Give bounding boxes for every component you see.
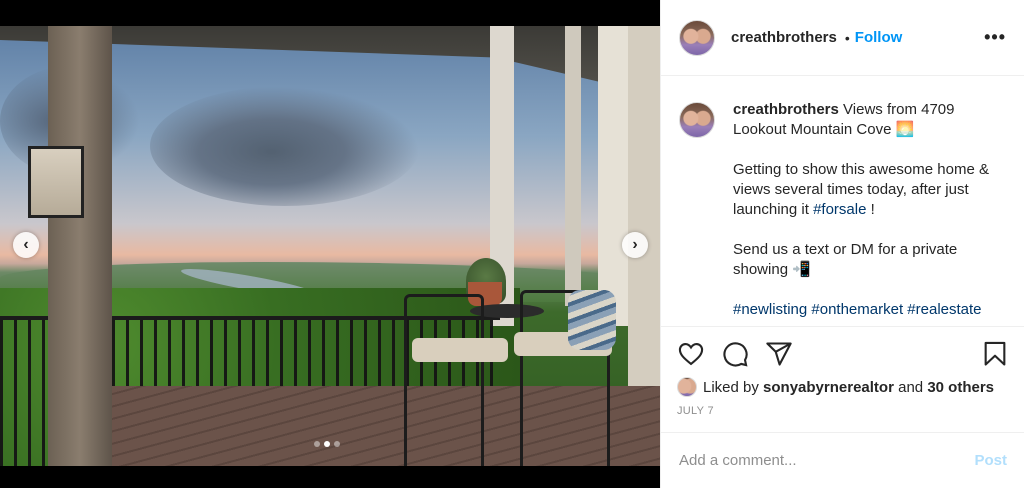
bookmark-icon[interactable] — [981, 340, 1009, 368]
post-side-panel: creathbrothers • Follow ••• creathbrothe… — [660, 0, 1024, 488]
striped-cushion — [568, 290, 616, 350]
header-username[interactable]: creathbrothers — [731, 29, 837, 46]
caption-body: creathbrothers Views from 4709 Lookout M… — [733, 100, 1003, 326]
carousel-dot — [314, 441, 320, 447]
hashtag-link[interactable]: #newlisting — [733, 301, 807, 318]
follow-button[interactable]: Follow — [855, 29, 903, 46]
carousel-dot — [334, 441, 340, 447]
post-comment-button[interactable]: Post — [974, 452, 1007, 469]
post-caption: creathbrothers Views from 4709 Lookout M… — [661, 76, 1024, 326]
hashtag-link[interactable]: #realestate — [907, 301, 981, 318]
header-separator: • — [844, 29, 850, 46]
post-date[interactable]: JULY 7 — [677, 405, 1009, 417]
chevron-right-icon: › — [632, 236, 638, 253]
likes-summary: Liked by sonyabyrnerealtor and 30 others — [677, 377, 1009, 397]
chair — [404, 294, 484, 466]
carousel-dot-active — [324, 441, 330, 447]
comment-input[interactable] — [679, 452, 975, 469]
carousel-next-button[interactable]: › — [622, 232, 648, 258]
likes-others-link[interactable]: 30 others — [927, 379, 994, 396]
hashtag-link[interactable]: #forsale — [813, 201, 866, 218]
instagram-post-view: ‹ › creathbrothers • Follow ••• creathbr… — [0, 0, 1024, 488]
liker-username[interactable]: sonyabyrnerealtor — [763, 379, 894, 396]
avatar[interactable] — [679, 19, 715, 56]
hashtag-link[interactable]: #onthemarket — [811, 301, 903, 318]
comment-box: Post — [661, 432, 1024, 488]
carousel-indicator — [314, 441, 340, 447]
porch-column — [48, 26, 112, 466]
post-header: creathbrothers • Follow ••• — [661, 0, 1024, 76]
wall-lantern — [28, 146, 84, 218]
caption-username[interactable]: creathbrothers — [733, 101, 839, 118]
caption-avatar[interactable] — [679, 102, 715, 138]
post-actions: Liked by sonyabyrnerealtor and 30 others… — [661, 326, 1024, 417]
action-bar — [677, 339, 1009, 369]
carousel-prev-button[interactable]: ‹ — [13, 232, 39, 258]
post-photo[interactable] — [0, 26, 660, 466]
caption-paragraph: Send us a text or DM for a private showi… — [733, 241, 958, 278]
more-options-icon[interactable]: ••• — [984, 27, 1006, 48]
heart-icon[interactable] — [677, 340, 705, 368]
liker-avatar[interactable] — [677, 377, 697, 397]
chevron-left-icon: ‹ — [23, 236, 29, 253]
paper-plane-icon[interactable] — [765, 340, 793, 368]
comment-bubble-icon[interactable] — [721, 340, 749, 368]
post-media: ‹ › — [0, 0, 660, 488]
